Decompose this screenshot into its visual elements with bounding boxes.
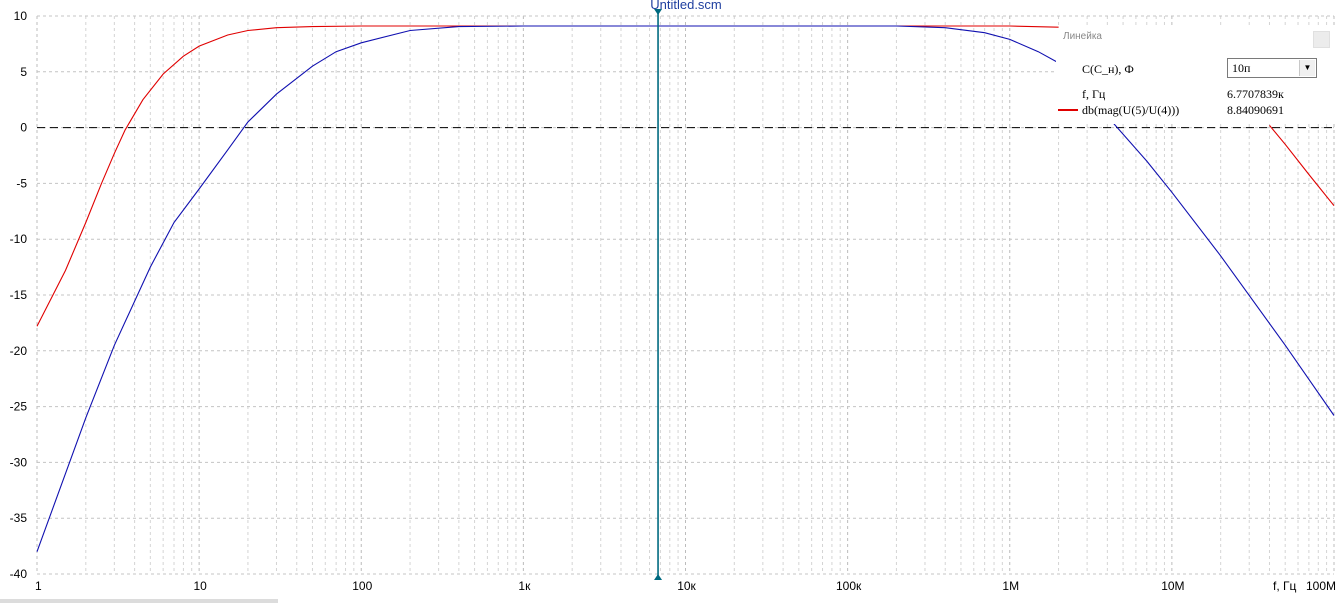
- series-color-swatch: [1058, 109, 1078, 111]
- close-icon[interactable]: [1313, 31, 1330, 48]
- x-axis-label: f, Гц: [1273, 579, 1297, 593]
- y-tick-label: -35: [10, 511, 28, 525]
- y-tick-label: -10: [10, 232, 28, 246]
- y-tick-label: -20: [10, 344, 28, 358]
- x-tick-label: 100М: [1306, 579, 1336, 593]
- ruler-panel: Линейка C(C_н), Ф 10п ▼ f, Гц 6.7707839к…: [1056, 28, 1338, 124]
- x-tick-label: 1М: [1002, 579, 1019, 593]
- x-tick-label: 10М: [1161, 579, 1184, 593]
- y-tick-label: -15: [10, 288, 28, 302]
- ruler-panel-title: Линейка: [1063, 31, 1102, 42]
- y-tick-label: 10: [14, 9, 28, 23]
- x-tick-label: 1: [35, 579, 42, 593]
- y-tick-label: 5: [20, 65, 27, 79]
- document-title: Untitled.scm: [650, 0, 722, 12]
- x-tick-label: 100: [352, 579, 372, 593]
- x-tick-label: 10к: [677, 579, 696, 593]
- y-tick-label: -25: [10, 400, 28, 414]
- parameter-select[interactable]: 10п ▼: [1227, 58, 1317, 78]
- y-tick-label: 0: [20, 121, 27, 135]
- x-tick-label: 1к: [518, 579, 531, 593]
- chevron-down-icon[interactable]: ▼: [1299, 60, 1315, 76]
- y-tick-label: -30: [10, 455, 28, 469]
- y-tick-label: -5: [16, 176, 27, 190]
- parameter-select-value: 10п: [1232, 61, 1251, 75]
- series-value: 8.84090691: [1227, 103, 1284, 117]
- series-label: db(mag(U(5)/U(4))): [1082, 103, 1180, 117]
- horizontal-scrollbar[interactable]: [0, 599, 278, 603]
- parameter-label: C(C_н), Ф: [1082, 62, 1134, 76]
- cursor-x-value: 6.7707839к: [1227, 87, 1284, 101]
- cursor-x-label: f, Гц: [1082, 87, 1106, 101]
- x-tick-label: 10: [193, 579, 207, 593]
- x-tick-label: 100к: [836, 579, 862, 593]
- y-tick-label: -40: [10, 567, 28, 581]
